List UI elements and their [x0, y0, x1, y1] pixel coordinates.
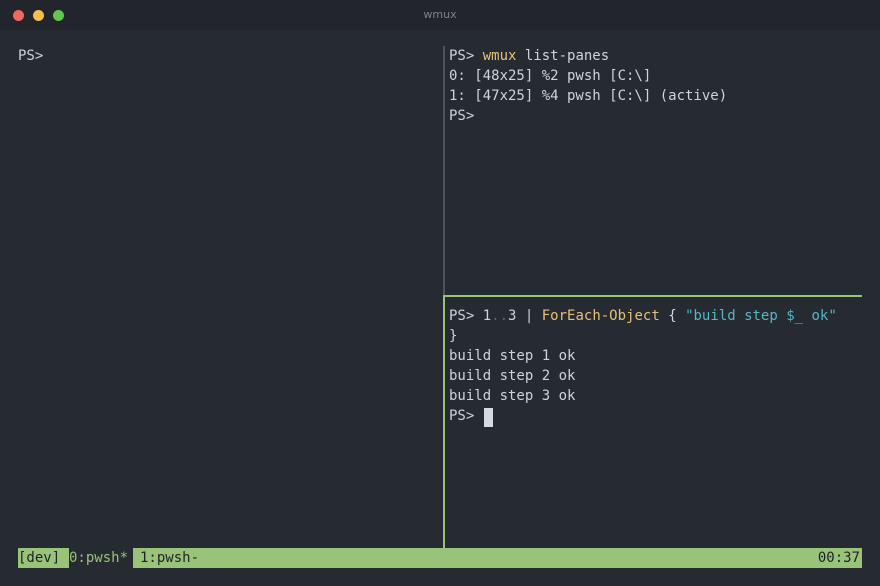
cmdlet-name: ForEach-Object: [541, 308, 660, 324]
pane-divider-horizontal[interactable]: [444, 295, 862, 297]
pipe-operator: |: [516, 308, 542, 324]
pane-divider-vertical-top[interactable]: [443, 46, 445, 296]
range-operator: ..: [491, 308, 509, 324]
build-output-3: build step 3 ok: [449, 388, 576, 404]
window-tab-1[interactable]: 1:pwsh-: [140, 548, 199, 568]
text-cursor: [484, 408, 493, 427]
terminal-window: wmux PS> PS> wmux list-panes 0: [48x25] …: [0, 0, 880, 586]
pane-divider-vertical-bottom[interactable]: [443, 295, 445, 548]
list-panes-output-1: 0: [48x25] %2 pwsh [C:\]: [449, 68, 652, 84]
brace-close: }: [449, 328, 458, 344]
build-output-1: build step 1 ok: [449, 348, 576, 364]
left-pane-prompt: PS>: [18, 48, 44, 64]
brace-open: {: [659, 308, 686, 324]
window-tab-0[interactable]: 0:pwsh*: [69, 548, 133, 568]
prompt-range-start: PS> 1: [449, 308, 492, 324]
foreach-command-line: PS> 1..3 | ForEach-Object { "build step …: [449, 306, 837, 326]
session-name: [dev]: [18, 550, 61, 566]
status-bar: [dev] 0:pwsh* 1:pwsh- 00:37: [18, 548, 862, 568]
list-panes-output-2: 1: [47x25] %4 pwsh [C:\] (active): [449, 88, 728, 104]
active-pane-prompt: PS>: [449, 408, 475, 424]
status-clock: 00:37: [817, 550, 860, 566]
build-output-2: build step 2 ok: [449, 368, 576, 384]
top-right-pane-prompt: PS>: [449, 108, 475, 124]
terminal-area[interactable]: PS> PS> wmux list-panes 0: [48x25] %2 pw…: [0, 30, 880, 586]
title-bar: wmux: [0, 0, 880, 30]
command-name: wmux: [482, 48, 517, 64]
prompt-text: PS>: [449, 48, 483, 64]
list-panes-command-line: PS> wmux list-panes: [449, 46, 609, 66]
string-literal: "build step $_ ok": [685, 308, 837, 324]
command-args: list-panes: [516, 48, 610, 64]
window-title: wmux: [423, 8, 457, 21]
